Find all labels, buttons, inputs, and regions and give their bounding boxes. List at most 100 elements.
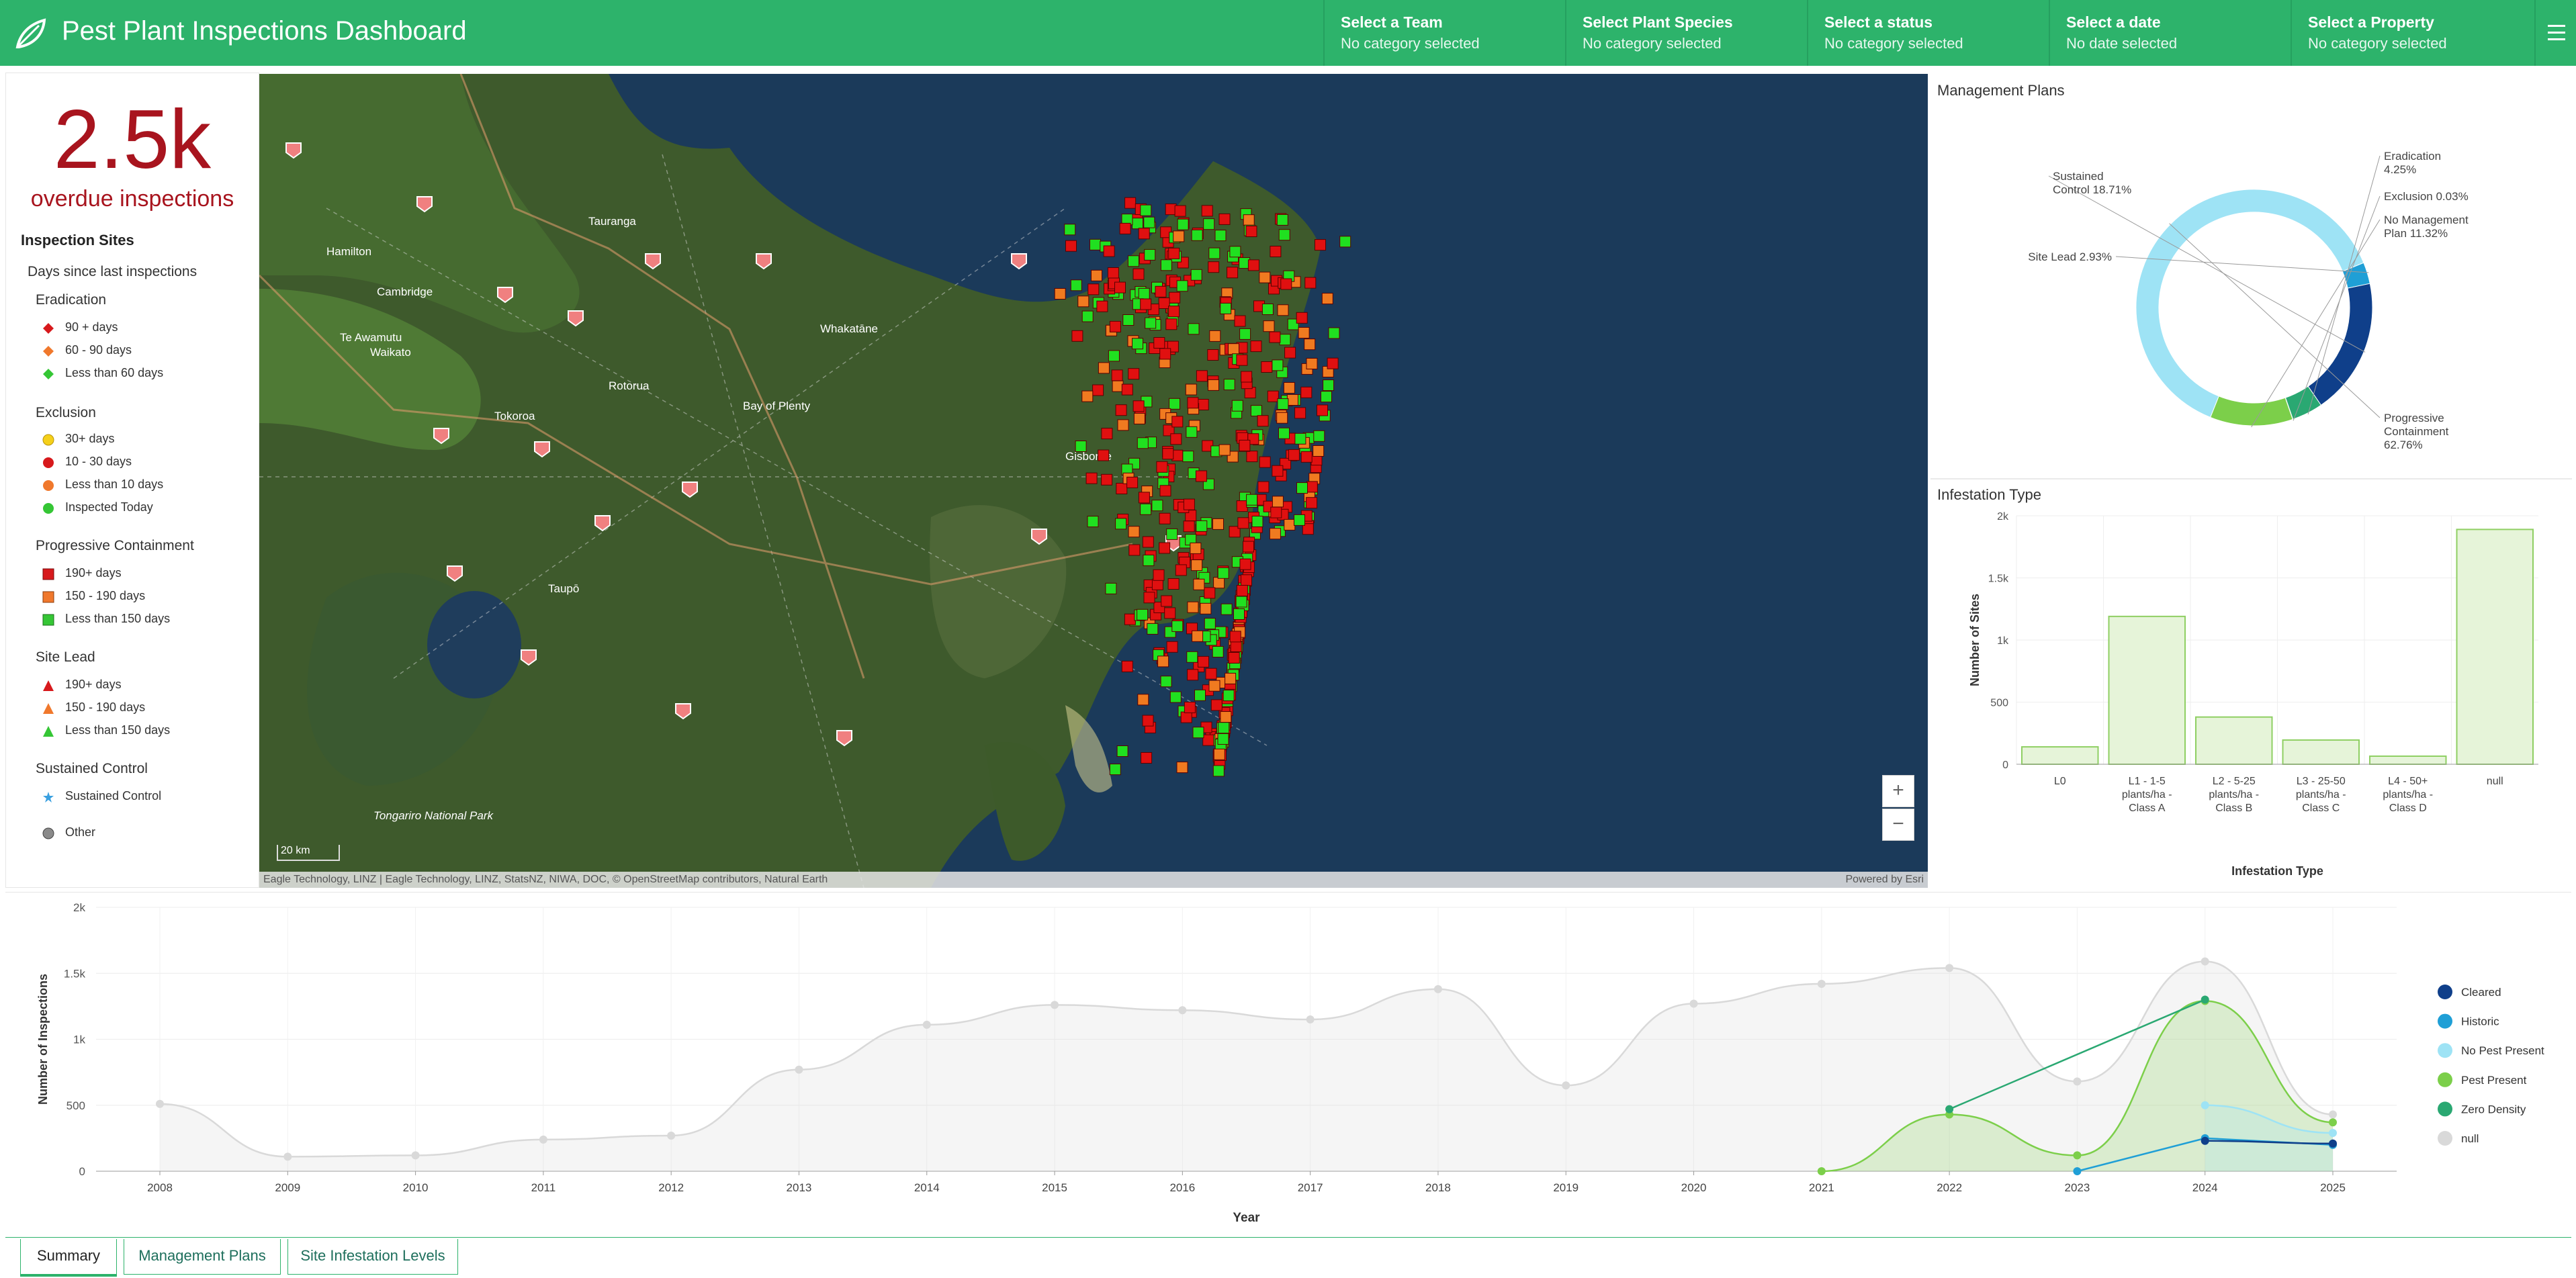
site-marker[interactable] xyxy=(1304,277,1317,289)
site-marker[interactable] xyxy=(1143,216,1155,228)
site-marker[interactable] xyxy=(1194,689,1206,701)
legend-swatch[interactable] xyxy=(2438,1131,2452,1146)
series-point[interactable] xyxy=(667,1131,676,1140)
site-marker[interactable] xyxy=(1270,506,1282,518)
site-marker[interactable] xyxy=(1272,496,1284,508)
site-marker[interactable] xyxy=(1229,631,1241,643)
site-marker[interactable] xyxy=(1169,398,1180,410)
site-marker[interactable] xyxy=(1200,602,1212,614)
legend-swatch[interactable] xyxy=(2438,1043,2452,1058)
site-marker[interactable] xyxy=(1243,214,1255,226)
site-marker[interactable] xyxy=(1246,451,1258,463)
site-marker[interactable] xyxy=(1117,419,1129,431)
site-marker[interactable] xyxy=(1166,528,1178,540)
series-point[interactable] xyxy=(2329,1129,2337,1138)
site-marker[interactable] xyxy=(1218,444,1231,456)
site-marker[interactable] xyxy=(1171,416,1184,428)
site-marker[interactable] xyxy=(1261,304,1274,315)
site-marker[interactable] xyxy=(1298,327,1310,338)
site-marker[interactable] xyxy=(1193,578,1205,590)
site-marker[interactable] xyxy=(1108,350,1120,362)
site-marker[interactable] xyxy=(1071,330,1083,342)
site-marker[interactable] xyxy=(1098,449,1110,461)
site-marker[interactable] xyxy=(1243,541,1254,553)
site-marker[interactable] xyxy=(1132,400,1145,412)
site-marker[interactable] xyxy=(1192,727,1204,739)
site-marker[interactable] xyxy=(1217,567,1229,579)
site-marker[interactable] xyxy=(1124,613,1136,625)
site-marker[interactable] xyxy=(1296,312,1308,324)
site-marker[interactable] xyxy=(1313,445,1325,457)
date-selector[interactable]: Select a date No date selected xyxy=(2049,0,2291,66)
site-marker[interactable] xyxy=(1198,655,1209,668)
site-marker[interactable] xyxy=(1236,585,1248,596)
series-point[interactable] xyxy=(1945,1105,1954,1113)
site-marker[interactable] xyxy=(1128,368,1140,380)
site-marker[interactable] xyxy=(1087,516,1099,528)
site-marker[interactable] xyxy=(1269,331,1281,343)
site-marker[interactable] xyxy=(1160,259,1172,271)
site-marker[interactable] xyxy=(1159,512,1171,524)
site-marker[interactable] xyxy=(1294,407,1306,419)
site-marker[interactable] xyxy=(1098,362,1110,374)
site-marker[interactable] xyxy=(1105,582,1117,594)
site-marker[interactable] xyxy=(1096,300,1108,312)
site-marker[interactable] xyxy=(1176,762,1188,774)
site-marker[interactable] xyxy=(1187,669,1199,681)
site-marker[interactable] xyxy=(1177,218,1189,230)
site-marker[interactable] xyxy=(1229,246,1241,258)
series-point[interactable] xyxy=(1051,1001,1059,1009)
site-marker[interactable] xyxy=(1247,259,1259,271)
map-canvas[interactable]: Tauranga Hamilton Cambridge Te Awamutu W… xyxy=(259,74,1928,888)
site-marker[interactable] xyxy=(1235,596,1247,608)
site-marker[interactable] xyxy=(1236,500,1248,512)
site-marker[interactable] xyxy=(1218,722,1230,734)
site-marker[interactable] xyxy=(1214,230,1227,242)
site-marker[interactable] xyxy=(1182,451,1194,463)
site-marker[interactable] xyxy=(1164,607,1176,619)
site-marker[interactable] xyxy=(1085,472,1098,484)
site-marker[interactable] xyxy=(1208,680,1220,692)
site-marker[interactable] xyxy=(1176,280,1188,292)
site-marker[interactable] xyxy=(1143,554,1155,566)
site-marker[interactable] xyxy=(1169,691,1182,703)
site-marker[interactable] xyxy=(1183,498,1195,510)
series-point[interactable] xyxy=(1306,1015,1315,1024)
site-marker[interactable] xyxy=(1276,214,1288,226)
series-point[interactable] xyxy=(411,1151,420,1160)
series-point[interactable] xyxy=(1433,985,1442,993)
zoom-in-button[interactable]: + xyxy=(1882,775,1914,807)
site-marker[interactable] xyxy=(1197,399,1209,410)
site-marker[interactable] xyxy=(1162,448,1174,460)
site-marker[interactable] xyxy=(1116,483,1128,494)
site-marker[interactable] xyxy=(1159,485,1171,497)
site-marker[interactable] xyxy=(1286,394,1298,406)
legend-swatch[interactable] xyxy=(2438,1072,2452,1087)
site-marker[interactable] xyxy=(1140,204,1152,216)
series-point[interactable] xyxy=(2073,1167,2082,1175)
site-marker[interactable] xyxy=(1180,711,1192,723)
site-marker[interactable] xyxy=(1128,544,1141,556)
site-marker[interactable] xyxy=(1203,218,1215,230)
site-marker[interactable] xyxy=(1187,397,1199,409)
series-point[interactable] xyxy=(795,1065,803,1074)
site-marker[interactable] xyxy=(1205,668,1217,680)
series-point[interactable] xyxy=(2329,1118,2337,1127)
site-marker[interactable] xyxy=(1259,456,1271,468)
site-marker[interactable] xyxy=(1283,382,1295,394)
site-marker[interactable] xyxy=(1327,357,1339,369)
site-marker[interactable] xyxy=(1191,559,1203,572)
site-marker[interactable] xyxy=(1157,655,1169,668)
site-marker[interactable] xyxy=(1077,295,1090,308)
site-marker[interactable] xyxy=(1210,699,1223,711)
site-marker[interactable] xyxy=(1159,348,1171,360)
site-marker[interactable] xyxy=(1191,229,1203,241)
legend-label[interactable]: Pest Present xyxy=(2461,1074,2527,1087)
bar[interactable] xyxy=(2195,716,2273,766)
site-marker[interactable] xyxy=(1223,379,1235,391)
legend-swatch[interactable] xyxy=(2438,1013,2452,1029)
site-marker[interactable] xyxy=(1185,383,1197,396)
infestation-type-bar-chart[interactable]: 0 500 1k 1.5k 2k L0 L1 - 1-5 plants/ha -Class A… xyxy=(1930,496,2572,885)
legend-label[interactable]: No Pest Present xyxy=(2461,1044,2544,1057)
site-marker[interactable] xyxy=(1212,765,1225,777)
